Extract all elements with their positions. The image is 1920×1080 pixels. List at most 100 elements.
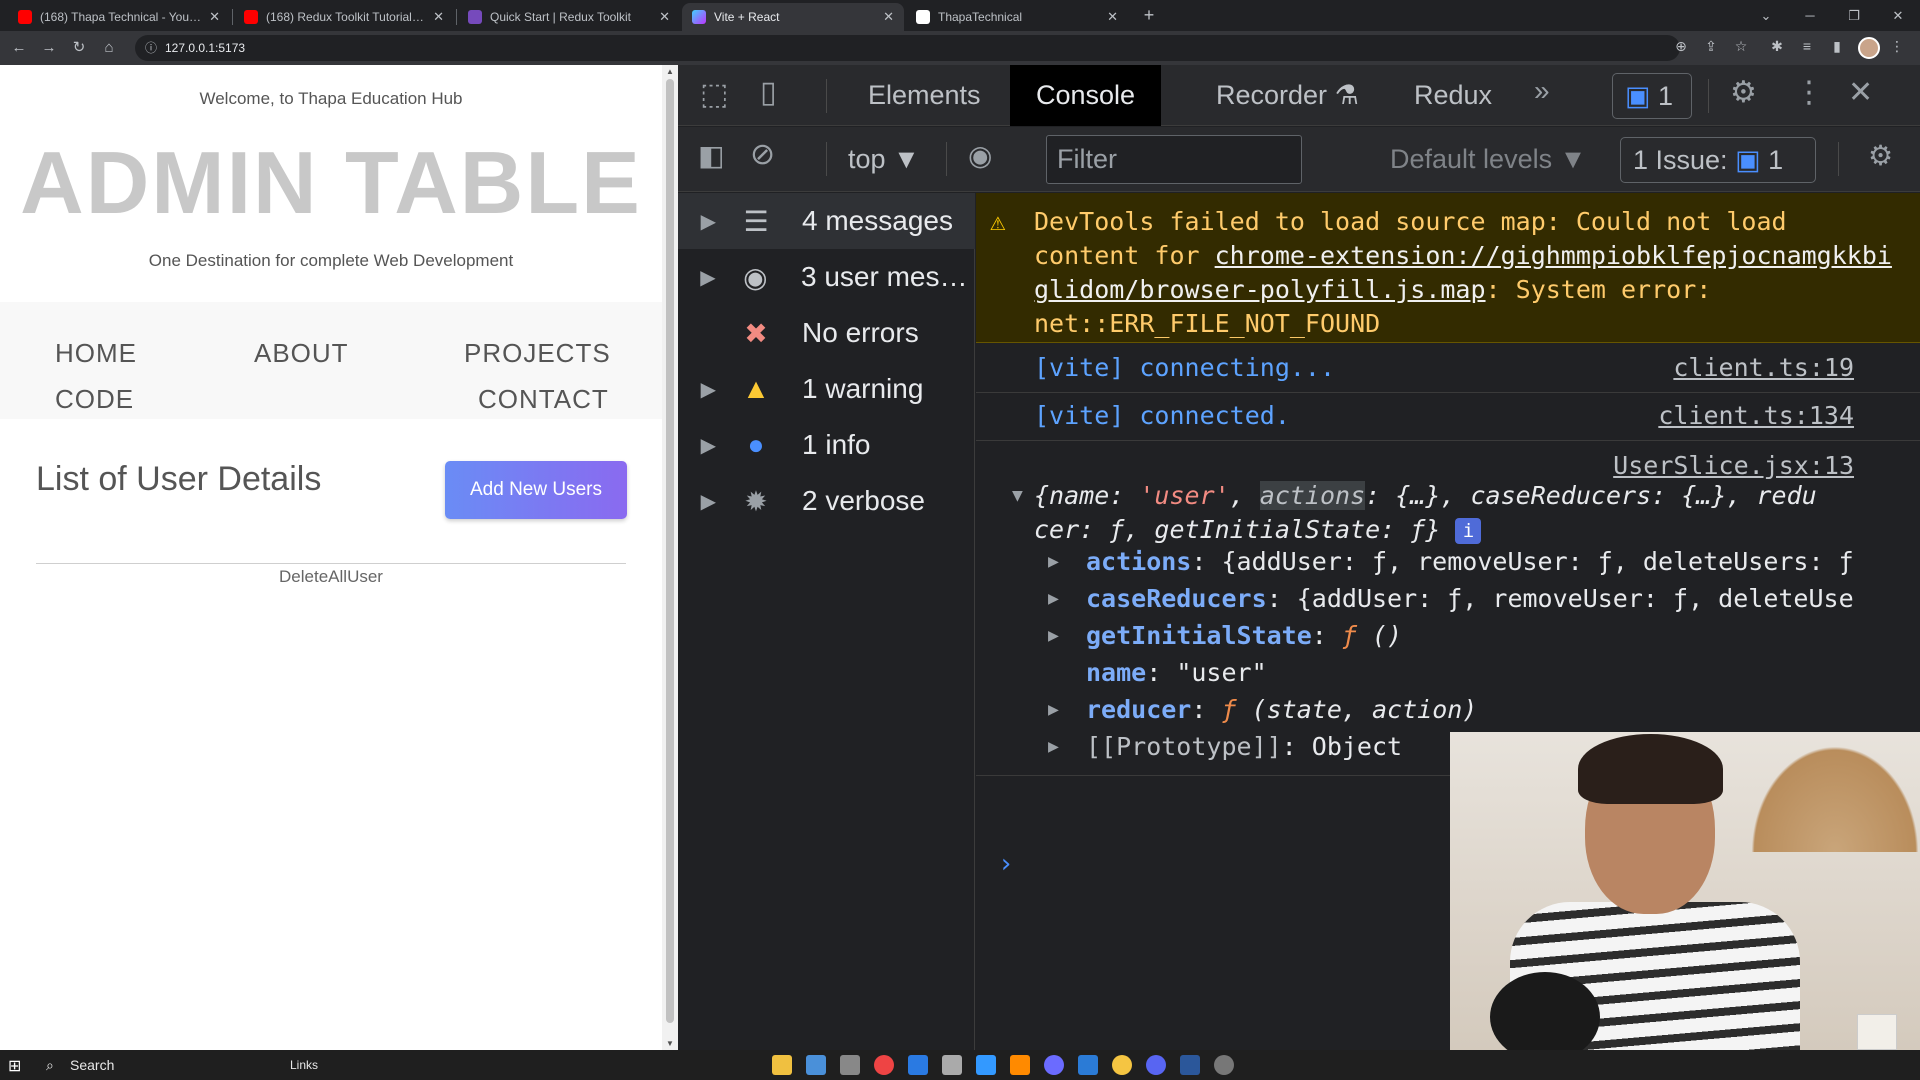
nav-projects-link[interactable]: PROJECTS (464, 338, 611, 369)
browser-tab-vite-react[interactable]: Vite + React ✕ (682, 3, 904, 31)
address-bar[interactable]: ⓘ 127.0.0.1:5173 (135, 35, 1680, 61)
discord-icon[interactable] (1146, 1055, 1166, 1075)
expand-arrow-icon[interactable]: ▶ (678, 433, 716, 458)
console-filter-input[interactable]: Filter (1046, 135, 1302, 184)
sidebar-item-errors[interactable]: ✖ No errors (678, 305, 975, 361)
browser-tab-youtube[interactable]: (168) Thapa Technical - YouTube ✕ (8, 3, 230, 31)
nav-contact-link[interactable]: CONTACT (478, 384, 609, 415)
expand-arrow-icon[interactable]: ▶ (1048, 551, 1059, 572)
browser-tab-thapatechnical[interactable]: ThapaTechnical ✕ (906, 3, 1128, 31)
app-icon[interactable] (1010, 1055, 1030, 1075)
browser-tab-redux-tutorial[interactable]: (168) Redux Toolkit Tutorial in Hi ✕ (234, 3, 454, 31)
chrome-menu-icon[interactable]: ⋮ (1886, 38, 1908, 55)
site-info-icon[interactable]: ⓘ (145, 35, 157, 61)
messages-counter-button[interactable]: ▣ 1 (1612, 73, 1692, 119)
object-prop-reducer[interactable]: reducer: ƒ (state, action) (1086, 693, 1477, 727)
context-selector[interactable]: top ▼ (848, 137, 920, 182)
clear-console-icon[interactable]: ⊘ (750, 137, 775, 172)
source-link[interactable]: client.ts:19 (1673, 345, 1854, 391)
forward-icon[interactable]: → (38, 37, 60, 59)
share-icon[interactable]: ⇪ (1700, 38, 1722, 55)
close-tab-icon[interactable]: ✕ (433, 9, 444, 25)
tab-redux[interactable]: Redux (1388, 65, 1518, 126)
close-window-button[interactable]: ✕ (1876, 8, 1920, 24)
source-link[interactable]: client.ts:134 (1658, 393, 1854, 439)
app-icon[interactable] (1044, 1055, 1064, 1075)
home-icon[interactable]: ⌂ (98, 37, 120, 59)
object-summary-line1[interactable]: {name: 'user', actions: {…}, caseReducer… (1034, 479, 1817, 513)
sidebar-item-user-messages[interactable]: ▶ ◉ 3 user mess... (678, 249, 975, 305)
expand-arrow-icon[interactable]: ▶ (1048, 699, 1059, 720)
object-prop-getinitialstate[interactable]: getInitialState: ƒ () (1086, 619, 1402, 653)
browser-tab-redux-quickstart[interactable]: Quick Start | Redux Toolkit ✕ (458, 3, 680, 31)
live-expression-eye-icon[interactable]: ◉ (968, 139, 992, 172)
mail-icon[interactable] (908, 1055, 928, 1075)
expand-arrow-icon[interactable]: ▶ (1048, 736, 1059, 757)
object-prop-casereducers[interactable]: caseReducers: {addUser: ƒ, removeUser: ƒ… (1086, 582, 1854, 616)
delete-all-users-button[interactable]: DeleteAllUser (0, 567, 662, 587)
settings-gear-icon[interactable]: ⚙ (1730, 75, 1757, 110)
new-tab-button[interactable]: + (1138, 5, 1160, 27)
profile-avatar[interactable] (1858, 37, 1880, 59)
app-icon[interactable] (976, 1055, 996, 1075)
expand-arrow-icon[interactable]: ▶ (678, 489, 716, 514)
issues-button[interactable]: 1 Issue: ▣ 1 (1620, 137, 1816, 183)
object-prop-actions[interactable]: actions: {addUser: ƒ, removeUser: ƒ, del… (1086, 545, 1854, 579)
nav-code-link[interactable]: CODE (55, 384, 134, 415)
close-tab-icon[interactable]: ✕ (659, 9, 670, 25)
collapse-arrow-icon[interactable]: ▼ (1012, 485, 1023, 506)
expand-arrow-icon[interactable]: ▶ (678, 209, 716, 234)
reload-icon[interactable]: ↻ (68, 37, 90, 59)
tab-recorder[interactable]: Recorder ⚗ (1190, 65, 1385, 126)
devtools-menu-icon[interactable]: ⋮ (1794, 75, 1824, 110)
close-tab-icon[interactable]: ✕ (1107, 9, 1118, 25)
taskbar-links[interactable]: Links (290, 1054, 318, 1076)
nav-about-link[interactable]: ABOUT (254, 338, 349, 369)
object-info-badge-icon[interactable]: i (1455, 518, 1482, 544)
word-icon[interactable] (1180, 1055, 1200, 1075)
expand-arrow-icon[interactable]: ▶ (678, 265, 715, 290)
sidebar-item-info[interactable]: ▶ ● 1 info (678, 417, 975, 473)
close-tab-icon[interactable]: ✕ (209, 9, 220, 25)
chrome-icon[interactable] (874, 1055, 894, 1075)
page-scrollbar[interactable]: ▲ ▼ (662, 65, 678, 1050)
file-explorer-icon[interactable] (772, 1055, 792, 1075)
tab-console[interactable]: Console (1010, 65, 1162, 126)
app-icon[interactable] (806, 1055, 826, 1075)
back-icon[interactable]: ← (8, 37, 30, 59)
expand-arrow-icon[interactable]: ▶ (1048, 625, 1059, 646)
more-tabs-icon[interactable]: » (1534, 75, 1550, 107)
extensions-icon[interactable]: ✱ (1766, 38, 1788, 55)
expand-arrow-icon[interactable]: ▶ (1048, 588, 1059, 609)
console-settings-icon[interactable]: ⚙ (1868, 139, 1893, 172)
sidebar-item-warnings[interactable]: ▶ ▲ 1 warning (678, 361, 975, 417)
side-panel-icon[interactable]: ▮ (1826, 38, 1848, 55)
restore-button[interactable]: ❐ (1832, 8, 1876, 24)
vscode-icon[interactable] (1078, 1055, 1098, 1075)
sidebar-item-verbose[interactable]: ▶ ✹ 2 verbose (678, 473, 975, 529)
app-icon[interactable] (1214, 1055, 1234, 1075)
zoom-icon[interactable]: ⊕ (1670, 38, 1692, 55)
sidebar-item-messages[interactable]: ▶ ☰ 4 messages (678, 193, 975, 249)
app-icon[interactable] (942, 1055, 962, 1075)
device-toolbar-icon[interactable]: ▯ (760, 75, 777, 110)
close-devtools-icon[interactable]: ✕ (1848, 75, 1873, 110)
minimize-button[interactable]: ─ (1788, 8, 1832, 23)
sidebar-toggle-icon[interactable]: ◧ (698, 139, 724, 172)
inspect-element-icon[interactable]: ⬚ (700, 77, 728, 112)
scroll-down-icon[interactable]: ▼ (662, 1039, 678, 1048)
windows-start-icon[interactable]: ⊞ (8, 1056, 21, 1076)
media-icon[interactable]: ≡ (1796, 38, 1818, 54)
nav-home-link[interactable]: HOME (55, 338, 137, 369)
tab-elements[interactable]: Elements (842, 65, 1007, 126)
app-icon[interactable] (1112, 1055, 1132, 1075)
expand-arrow-icon[interactable]: ▶ (678, 377, 716, 402)
object-prop-prototype[interactable]: [[Prototype]]: Object (1086, 730, 1402, 764)
add-new-users-button[interactable]: Add New Users (445, 461, 627, 519)
object-source-link[interactable]: UserSlice.jsx:13 (1613, 451, 1854, 480)
log-levels-dropdown[interactable]: Default levels ▼ (1390, 137, 1586, 182)
taskbar-search[interactable]: ⌕ Search (40, 1054, 270, 1076)
console-prompt-icon[interactable]: › (998, 849, 1014, 879)
bookmark-star-icon[interactable]: ☆ (1730, 38, 1752, 55)
scrollbar-thumb[interactable] (666, 79, 674, 1023)
